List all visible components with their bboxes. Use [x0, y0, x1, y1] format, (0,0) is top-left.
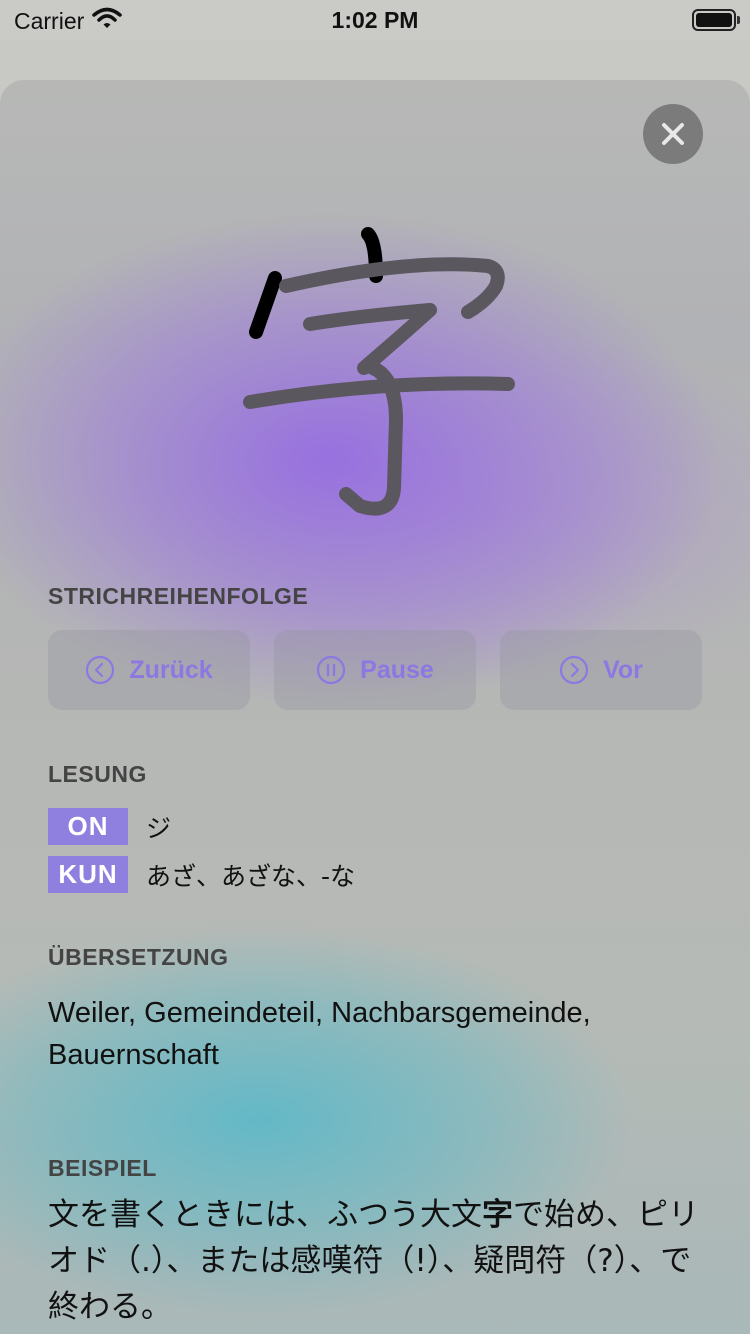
status-bar: Carrier 1:02 PM	[0, 0, 750, 40]
kun-reading-row: KUN あざ、あざな、-な	[48, 856, 355, 893]
forward-button[interactable]: Vor	[500, 630, 702, 710]
kun-reading-value: あざ、あざな、-な	[146, 861, 356, 891]
back-button[interactable]: Zurück	[48, 630, 250, 710]
pause-button-label: Pause	[360, 655, 434, 684]
back-button-label: Zurück	[129, 655, 213, 684]
kanji-strokes: 字	[243, 227, 515, 516]
translation-title: ÜBERSETZUNG	[48, 944, 229, 970]
stroke-6	[243, 376, 515, 409]
kun-badge: KUN	[48, 856, 128, 893]
example-title: BEISPIEL	[48, 1155, 157, 1181]
stroke-order-controls: Zurück Pause Vor	[48, 630, 702, 710]
close-icon	[662, 123, 684, 145]
reading-title: LESUNG	[48, 761, 147, 787]
stroke-order-title: STRICHREIHENFOLGE	[48, 583, 309, 609]
kanji-stroke-canvas: 字	[230, 220, 530, 530]
pause-circle-icon	[317, 655, 346, 685]
on-reading-value: ジ	[146, 813, 172, 843]
on-reading-row: ON ジ	[48, 808, 171, 845]
pause-button[interactable]: Pause	[274, 630, 476, 710]
example-text-before: 文を書くときには、ふつう大文	[48, 1197, 482, 1233]
kanji-detail-sheet: 字 STRICHREIHENFOLGE Zurück Pause	[0, 80, 750, 1334]
example-highlight: 字	[482, 1197, 513, 1233]
status-right	[692, 9, 740, 31]
example-sentence: 文を書くときには、ふつう大文字で始め、ピリオド（.）、または感嘆符（!）、疑問符…	[48, 1192, 708, 1330]
translation-text: Weiler, Gemeindeteil, Nachbarsgemeinde, …	[48, 997, 591, 1071]
chevron-right-circle-icon	[559, 655, 589, 685]
chevron-left-circle-icon	[86, 655, 115, 685]
stroke-2	[249, 271, 282, 339]
close-button[interactable]	[643, 104, 703, 164]
battery-icon	[692, 9, 740, 31]
status-time: 1:02 PM	[331, 7, 419, 33]
stroke-3	[279, 257, 505, 319]
forward-button-label: Vor	[603, 655, 643, 684]
on-badge: ON	[48, 808, 128, 845]
